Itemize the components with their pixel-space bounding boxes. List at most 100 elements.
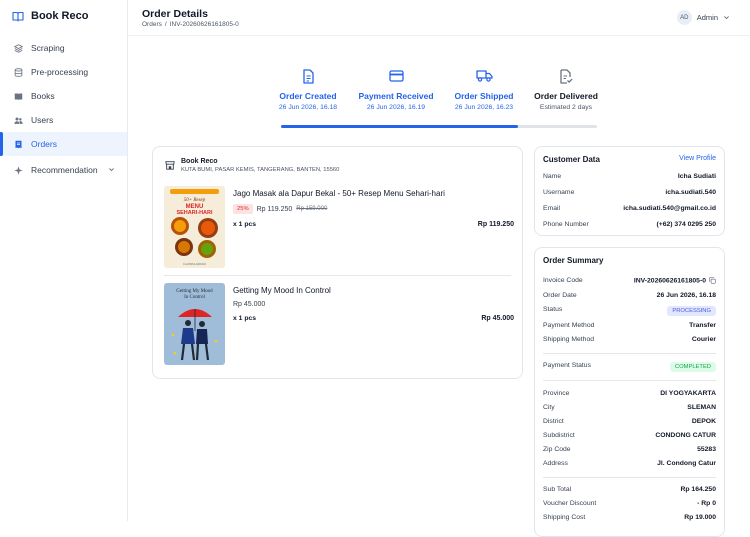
breadcrumb-orders-link[interactable]: Orders xyxy=(142,21,162,28)
item-price: Rp 119.250 xyxy=(256,205,293,213)
summary-divider xyxy=(543,380,716,381)
sidebar-item-label: Scraping xyxy=(31,43,65,53)
invoice-code: INV-20260626161805-0 xyxy=(633,277,706,285)
discount-badge: 25% xyxy=(233,204,253,214)
document-check-icon xyxy=(560,68,573,84)
page-title: Order Details xyxy=(142,8,208,20)
status-badge: PROCESSING xyxy=(667,306,716,316)
summary-row-date: Order Date 26 Jun 2026, 16.18 xyxy=(543,292,716,299)
item-total: Rp 119.250 xyxy=(477,221,514,228)
step-order-delivered: Order Delivered Estimated 2 days xyxy=(524,66,608,111)
summary-row-payment-status: Payment Status COMPLETED xyxy=(543,362,716,372)
payment-status-badge: COMPLETED xyxy=(669,362,716,372)
address-row-city: City SLEMAN xyxy=(543,404,716,411)
step-order-created: Order Created 26 Jun 2026, 16.18 xyxy=(266,66,350,111)
address-row-district: District DEPOK xyxy=(543,418,716,425)
item-price-row: Rp 45.000 xyxy=(233,301,265,308)
summary-row-invoice: Invoice Code INV-20260626161805-0 xyxy=(543,277,716,284)
total-row-voucher: Voucher Discount - Rp 0 xyxy=(543,500,716,507)
receipt-icon xyxy=(15,140,22,148)
sidebar-item-pre-processing[interactable]: Pre-processing xyxy=(0,60,127,84)
customer-row-username: Username icha.sudiati.540 xyxy=(543,189,716,196)
summary-divider xyxy=(543,477,716,478)
progress-fill xyxy=(281,125,518,128)
layers-icon xyxy=(14,43,23,53)
store-address: KUTA BUMI, PASAR KEMIS, TANGERANG, BANTE… xyxy=(181,167,340,173)
item-title[interactable]: Getting My Mood In Control xyxy=(233,286,331,295)
step-payment-received: Payment Received 26 Jun 2026, 16.19 xyxy=(354,66,438,111)
chevron-down-icon xyxy=(724,16,729,20)
customer-row-email: Email icha.sudiati.540@gmail.co.id xyxy=(543,205,716,212)
address-row-subdistrict: Subdistrict CONDONG CATUR xyxy=(543,432,716,439)
summary-row-payment-method: Payment Method Transfer xyxy=(543,322,716,329)
book-cover[interactable]: Getting My Mood In Control xyxy=(164,283,225,365)
total-row-subtotal: Sub Total Rp 164.250 xyxy=(543,486,716,493)
item-total: Rp 45.000 xyxy=(481,315,514,322)
customer-data-card: Customer Data View Profile Name Icha Sudi… xyxy=(534,146,725,236)
item-title[interactable]: Jago Masak ala Dapur Bekal - 50+ Resep M… xyxy=(233,189,445,198)
chevron-down-icon[interactable] xyxy=(108,166,115,173)
summary-row-shipping-method: Shipping Method Courier xyxy=(543,336,716,343)
summary-divider xyxy=(543,353,716,354)
order-item: Getting My Mood In Control Getting My Mo… xyxy=(164,283,514,367)
sidebar-item-label: Orders xyxy=(31,139,57,149)
order-item: 50+ Resep MENU SEHARI-HARI CLARISSA ADRI… xyxy=(164,186,514,270)
order-items-card: Book Reco KUTA BUMI, PASAR KEMIS, TANGER… xyxy=(152,146,523,379)
svg-text:In Control: In Control xyxy=(184,295,205,300)
sidebar-item-scraping[interactable]: Scraping xyxy=(0,36,127,60)
step-timestamp: 26 Jun 2026, 16.18 xyxy=(278,104,338,111)
book-cover-art: 50+ Resep MENU SEHARI-HARI CLARISSA ADRI… xyxy=(164,186,225,268)
book-cover-art: Getting My Mood In Control xyxy=(164,283,225,365)
breadcrumb-separator: / xyxy=(164,21,167,28)
view-profile-link[interactable]: View Profile xyxy=(679,155,716,162)
user-name: Admin xyxy=(696,13,718,22)
step-order-shipped: Order Shipped 26 Jun 2026, 16.23 xyxy=(442,66,526,111)
customer-row-phone: Phone Number (+62) 374 0295 250 xyxy=(543,221,716,228)
copy-icon[interactable] xyxy=(709,277,716,284)
store-name: Book Reco xyxy=(181,158,218,165)
book-open-icon xyxy=(12,11,24,22)
sidebar-item-books[interactable]: Books xyxy=(0,84,127,108)
svg-text:50+ Resep: 50+ Resep xyxy=(184,198,206,203)
address-row-zip: Zip Code 55283 xyxy=(543,446,716,453)
database-icon xyxy=(14,67,23,77)
brand[interactable]: Book Reco xyxy=(12,10,88,22)
store-info: Book Reco KUTA BUMI, PASAR KEMIS, TANGER… xyxy=(165,158,339,173)
svg-text:Getting My Mood: Getting My Mood xyxy=(176,289,213,294)
step-label: Payment Received xyxy=(358,91,434,101)
order-progress: Order Created 26 Jun 2026, 16.18 Payment… xyxy=(270,66,610,130)
step-label: Order Created xyxy=(279,91,337,101)
sidebar: Book Reco Scraping Pre-processing Books … xyxy=(0,0,128,521)
svg-text:SEHARI-HARI: SEHARI-HARI xyxy=(176,210,213,216)
document-icon xyxy=(302,68,314,84)
summary-row-status: Status PROCESSING xyxy=(543,306,716,316)
address-row-address: Address Jl. Condong Catur xyxy=(543,460,716,467)
sidebar-item-label: Users xyxy=(31,115,54,125)
item-price: Rp 45.000 xyxy=(233,301,266,308)
step-estimate: Estimated 2 days xyxy=(539,104,593,111)
sidebar-item-orders[interactable]: Orders xyxy=(0,132,127,156)
customer-data-title: Customer Data xyxy=(543,155,600,164)
credit-card-icon xyxy=(388,70,404,82)
address-row-province: Province DI YOGYAKARTA xyxy=(543,390,716,397)
sidebar-item-label: Books xyxy=(31,91,55,101)
sparkle-icon xyxy=(14,165,23,175)
sidebar-nav: Scraping Pre-processing Books Users Orde… xyxy=(0,36,127,182)
step-timestamp: 26 Jun 2026, 16.19 xyxy=(366,104,426,111)
progress-track xyxy=(281,125,597,128)
step-timestamp: 26 Jun 2026, 16.23 xyxy=(454,104,514,111)
user-menu[interactable]: AD Admin xyxy=(676,10,730,25)
item-price-row: 25% Rp 119.250 Rp 159.000 xyxy=(233,204,327,214)
sidebar-item-label: Recommendation xyxy=(31,165,98,175)
sidebar-item-users[interactable]: Users xyxy=(0,108,127,132)
svg-text:CLARISSA ADRIANI: CLARISSA ADRIANI xyxy=(183,263,206,266)
book-cover[interactable]: 50+ Resep MENU SEHARI-HARI CLARISSA ADRI… xyxy=(164,186,225,268)
order-summary-title: Order Summary xyxy=(543,256,604,265)
breadcrumb-current: INV-20260626161805-0 xyxy=(169,21,239,28)
sidebar-item-recommendation[interactable]: Recommendation xyxy=(0,158,127,182)
order-summary-card: Order Summary Invoice Code INV-202606261… xyxy=(534,247,725,537)
step-label: Order Delivered xyxy=(534,91,598,101)
truck-icon xyxy=(475,70,493,82)
total-row-shipping: Shipping Cost Rp 19.000 xyxy=(543,514,716,521)
customer-row-name: Name Icha Sudiati xyxy=(543,173,716,180)
